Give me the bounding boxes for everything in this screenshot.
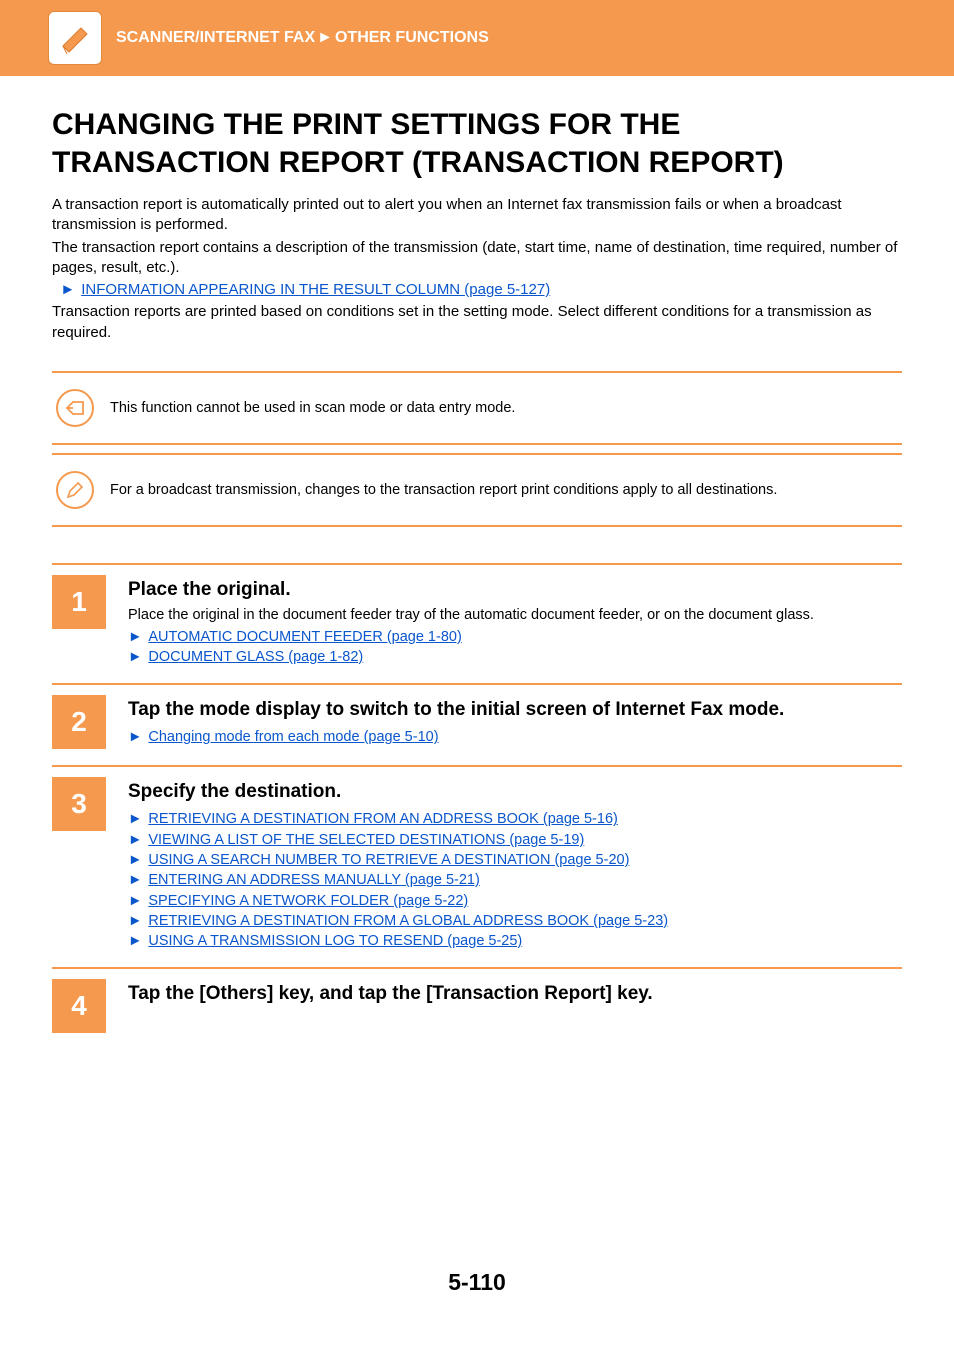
step-title-3: Specify the destination. (128, 781, 902, 803)
intro-block: A transaction report is automatically pr… (52, 195, 902, 343)
intro-p3: Transaction reports are printed based on… (52, 302, 902, 343)
list-item: ► RETRIEVING A DESTINATION FROM A GLOBAL … (128, 911, 902, 931)
arrow-icon: ► (128, 872, 142, 888)
step-links-1: ► AUTOMATIC DOCUMENT FEEDER (page 1-80) ►… (128, 627, 902, 668)
step-title-2: Tap the mode display to switch to the in… (128, 699, 902, 721)
arrow-icon: ► (128, 893, 142, 909)
link-changing-mode[interactable]: Changing mode from each mode (page 5-10) (148, 729, 438, 745)
step-number-3: 3 (52, 777, 106, 831)
note-row-info: For a broadcast transmission, changes to… (52, 453, 902, 527)
list-item: ► VIEWING A LIST OF THE SELECTED DESTINAT… (128, 830, 902, 850)
intro-p1: A transaction report is automatically pr… (52, 195, 902, 236)
page-title: CHANGING THE PRINT SETTINGS FOR THE TRAN… (52, 106, 902, 181)
step-number-2: 2 (52, 695, 106, 749)
step-links-3: ► RETRIEVING A DESTINATION FROM AN ADDRES… (128, 809, 902, 951)
list-item: ► AUTOMATIC DOCUMENT FEEDER (page 1-80) (128, 627, 902, 647)
breadcrumb: SCANNER/INTERNET FAX►OTHER FUNCTIONS (116, 29, 489, 47)
step-desc-1: Place the original in the document feede… (128, 607, 902, 623)
list-item: ► USING A SEARCH NUMBER TO RETRIEVE A DES… (128, 850, 902, 870)
intro-p2: The transaction report contains a descri… (52, 238, 902, 279)
pencil-icon (56, 471, 94, 509)
page-header: SCANNER/INTERNET FAX►OTHER FUNCTIONS (0, 0, 954, 76)
note-text-1: This function cannot be used in scan mod… (110, 400, 515, 416)
step-body-2: Tap the mode display to switch to the in… (128, 695, 902, 749)
link-network-folder[interactable]: SPECIFYING A NETWORK FOLDER (page 5-22) (148, 893, 468, 909)
step-links-2: ► Changing mode from each mode (page 5-10… (128, 727, 902, 747)
link-result-column[interactable]: INFORMATION APPEARING IN THE RESULT COLU… (81, 281, 550, 298)
link-transmission-log[interactable]: USING A TRANSMISSION LOG TO RESEND (page… (148, 933, 522, 949)
arrow-icon: ► (128, 729, 142, 745)
scanner-icon (48, 11, 102, 65)
step-3: 3 Specify the destination. ► RETRIEVING A… (52, 765, 902, 967)
page-content: CHANGING THE PRINT SETTINGS FOR THE TRAN… (0, 76, 954, 1336)
step-number-4: 4 (52, 979, 106, 1033)
step-number-1: 1 (52, 575, 106, 629)
link-adf[interactable]: AUTOMATIC DOCUMENT FEEDER (page 1-80) (148, 629, 461, 645)
page-number: 5-110 (52, 1269, 902, 1296)
breadcrumb-item-2: OTHER FUNCTIONS (335, 29, 489, 46)
note-text-2: For a broadcast transmission, changes to… (110, 482, 777, 498)
list-item: ► ENTERING AN ADDRESS MANUALLY (page 5-21… (128, 870, 902, 890)
intro-link-line: ► INFORMATION APPEARING IN THE RESULT COL… (52, 280, 902, 300)
link-search-number[interactable]: USING A SEARCH NUMBER TO RETRIEVE A DEST… (148, 852, 629, 868)
breadcrumb-separator: ► (317, 29, 333, 46)
step-body-4: Tap the [Others] key, and tap the [Trans… (128, 979, 902, 1033)
list-item: ► SPECIFYING A NETWORK FOLDER (page 5-22) (128, 891, 902, 911)
step-2: 2 Tap the mode display to switch to the … (52, 683, 902, 765)
arrow-icon: ► (128, 832, 142, 848)
steps-list: 1 Place the original. Place the original… (52, 563, 902, 1050)
step-title-1: Place the original. (128, 579, 902, 601)
list-item: ► RETRIEVING A DESTINATION FROM AN ADDRES… (128, 809, 902, 829)
breadcrumb-item-1: SCANNER/INTERNET FAX (116, 29, 315, 46)
notes-block: This function cannot be used in scan mod… (52, 371, 902, 527)
arrow-icon: ► (128, 933, 142, 949)
arrow-icon: ► (128, 852, 142, 868)
link-address-book[interactable]: RETRIEVING A DESTINATION FROM AN ADDRESS… (148, 811, 618, 827)
arrow-icon: ► (60, 281, 75, 298)
note-row-prohibit: This function cannot be used in scan mod… (52, 371, 902, 445)
link-manual-address[interactable]: ENTERING AN ADDRESS MANUALLY (page 5-21) (148, 872, 479, 888)
arrow-icon: ► (128, 649, 142, 665)
link-selected-destinations[interactable]: VIEWING A LIST OF THE SELECTED DESTINATI… (148, 832, 584, 848)
list-item: ► USING A TRANSMISSION LOG TO RESEND (pag… (128, 931, 902, 951)
arrow-icon: ► (128, 913, 142, 929)
link-global-address[interactable]: RETRIEVING A DESTINATION FROM A GLOBAL A… (148, 913, 668, 929)
prohibit-icon (56, 389, 94, 427)
step-title-4: Tap the [Others] key, and tap the [Trans… (128, 983, 902, 1005)
arrow-icon: ► (128, 811, 142, 827)
list-item: ► DOCUMENT GLASS (page 1-82) (128, 647, 902, 667)
step-body-3: Specify the destination. ► RETRIEVING A D… (128, 777, 902, 951)
link-document-glass[interactable]: DOCUMENT GLASS (page 1-82) (148, 649, 363, 665)
step-1: 1 Place the original. Place the original… (52, 563, 902, 684)
step-body-1: Place the original. Place the original i… (128, 575, 902, 668)
step-4: 4 Tap the [Others] key, and tap the [Tra… (52, 967, 902, 1049)
list-item: ► Changing mode from each mode (page 5-10… (128, 727, 902, 747)
arrow-icon: ► (128, 629, 142, 645)
